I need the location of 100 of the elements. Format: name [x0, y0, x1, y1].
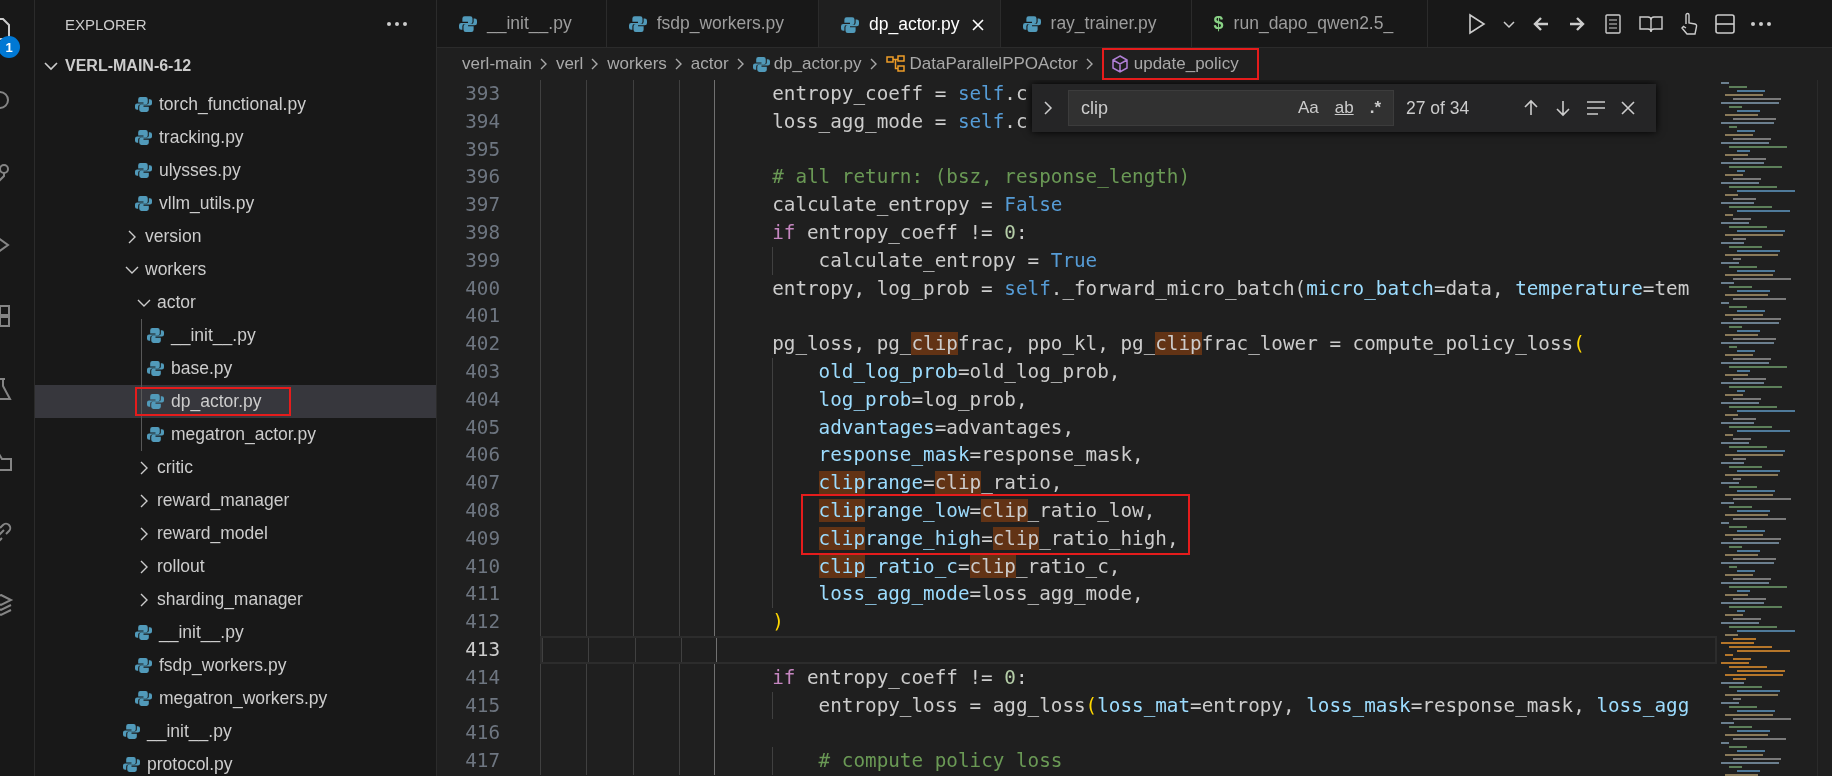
- tree-item[interactable]: base.py: [35, 352, 436, 385]
- code-line: loss_agg_mode = self.c: [771, 109, 1028, 133]
- file-type-icon: [123, 756, 140, 773]
- tree-item[interactable]: torch_functional.py: [35, 88, 436, 121]
- code-line: clip range_low=clip_ratio_low,: [817, 498, 1156, 522]
- line-number: 413: [464, 636, 501, 663]
- close-icon[interactable]: [1619, 99, 1638, 117]
- more-icon[interactable]: [1750, 20, 1772, 27]
- class-icon: [885, 55, 906, 73]
- file-type-icon: [752, 55, 770, 73]
- tree-item[interactable]: version: [35, 220, 436, 253]
- line-number: 412: [464, 609, 501, 636]
- line-number: 405: [464, 414, 501, 441]
- shell-glyph: $: [1213, 13, 1224, 34]
- code-line: clip range_high=clip_ratio_high,: [817, 526, 1179, 550]
- line-number: 411: [464, 581, 501, 608]
- document-icon[interactable]: [1602, 12, 1624, 35]
- line-number: 410: [464, 553, 501, 580]
- file-type-icon: [628, 14, 647, 33]
- line-number: 414: [464, 664, 501, 691]
- breadcrumb-item[interactable]: workers: [607, 54, 667, 74]
- line-number: 404: [464, 386, 501, 413]
- line-number: 416: [464, 720, 501, 747]
- tree-item[interactable]: vllm_utils.py: [35, 187, 436, 220]
- line-number: 406: [464, 442, 501, 469]
- file-type-icon: [147, 327, 164, 344]
- file-type-icon: [147, 393, 164, 410]
- code-line: clip_ratio_c=clip_ratio_c,: [817, 554, 1121, 578]
- file-type-icon: [459, 14, 477, 33]
- tree-item[interactable]: critic: [35, 451, 436, 484]
- tree-item[interactable]: protocol.py: [35, 748, 436, 776]
- code-line: calculate_entropy = False: [771, 193, 1063, 217]
- editor-tab[interactable]: dp_actor.py: [819, 0, 1001, 47]
- breadcrumb-item[interactable]: dp_actor.py: [752, 54, 862, 74]
- lines-icon[interactable]: [1585, 99, 1608, 117]
- file-type-icon: [135, 690, 152, 707]
- line-number: 393: [464, 81, 501, 107]
- sidebar-title: EXPLORER: [65, 15, 147, 33]
- tree-item[interactable]: megatron_workers.py: [35, 682, 436, 715]
- file-type-icon: [135, 657, 152, 674]
- find-input[interactable]: clip Aa ab .*: [1068, 90, 1394, 126]
- code-line: if entropy_coeff != 0:: [771, 221, 1028, 244]
- split-editor-icon[interactable]: [1714, 12, 1736, 35]
- code-line: entropy, log_prob = self._forward_micro_batch(micro_batch=data, temperature=tem: [771, 276, 1690, 300]
- line-number: 398: [464, 220, 501, 246]
- file-type-icon: [135, 162, 152, 179]
- tree-item[interactable]: reward_model: [35, 517, 436, 550]
- editor-tab[interactable]: ray_trainer.py: [1000, 0, 1192, 47]
- line-number: 408: [464, 497, 501, 524]
- workspace-header[interactable]: VERL-MAIN-6-12: [35, 48, 436, 84]
- line-number: 417: [464, 748, 501, 775]
- breadcrumb-item[interactable]: update_policy: [1101, 48, 1259, 80]
- breadcrumb-item[interactable]: actor: [690, 54, 729, 74]
- tree-item[interactable]: __init__.py: [35, 616, 436, 649]
- tree-item[interactable]: __init__.py: [35, 319, 436, 352]
- breadcrumb-item[interactable]: DataParallelPPOActor: [885, 54, 1078, 74]
- tree-item[interactable]: megatron_actor.py: [35, 418, 436, 451]
- line-number: 394: [464, 108, 501, 135]
- editor-tab[interactable]: __init__.py: [437, 0, 607, 47]
- tree-item[interactable]: reward_manager: [35, 484, 436, 517]
- breadcrumb-item[interactable]: verl-main: [462, 54, 532, 74]
- line-number: 396: [464, 164, 501, 191]
- tree-item[interactable]: __init__.py: [35, 715, 436, 748]
- editor-tab[interactable]: $ run_dapo_qwen2.5_: [1191, 0, 1429, 47]
- line-number: 403: [464, 358, 501, 385]
- tree-item[interactable]: actor: [35, 286, 436, 319]
- code-line: pg_loss, pg_clipfrac, ppo_kl, pg_clipfrac_lower = compute_policy_loss(: [771, 332, 1585, 356]
- tree-item[interactable]: sharding_manager: [35, 583, 436, 616]
- code-line: calculate_entropy = True: [817, 248, 1098, 272]
- tree-item[interactable]: dp_actor.py: [35, 385, 436, 418]
- code-line: log_prob=log_prob,: [817, 387, 1028, 411]
- line-number: 401: [464, 303, 501, 330]
- notification-badge: 1: [0, 36, 20, 58]
- line-number: 415: [464, 692, 501, 719]
- find-option-toggle[interactable]: Aa: [1293, 96, 1323, 120]
- file-type-icon: [147, 426, 164, 443]
- find-option-toggle[interactable]: .*: [1365, 96, 1385, 120]
- line-number: 397: [464, 192, 501, 219]
- file-type-icon: [135, 129, 152, 146]
- tree-item[interactable]: ulysses.py: [35, 154, 436, 187]
- tree-item[interactable]: fsdp_workers.py: [35, 649, 436, 682]
- file-type-icon: [135, 624, 152, 641]
- tree-item[interactable]: tracking.py: [35, 121, 436, 154]
- tree-item[interactable]: rollout: [35, 550, 436, 583]
- file-type-icon: [135, 195, 152, 212]
- cube-icon: [1109, 54, 1130, 74]
- breadcrumb-item[interactable]: verl: [555, 54, 584, 74]
- code-line: entropy_coeff = self.c: [771, 82, 1028, 105]
- file-type-icon: [147, 360, 164, 377]
- code-line: clip range=clip_ratio,: [817, 471, 1063, 495]
- code-line: advantages=advantages,: [817, 415, 1074, 439]
- find-option-toggle[interactable]: ab: [1330, 96, 1358, 120]
- close-icon[interactable]: [969, 16, 986, 33]
- code-line: # compute policy loss: [817, 749, 1063, 773]
- code-line: loss_agg_mode=loss_agg_mode,: [817, 582, 1144, 606]
- file-type-icon: [1022, 14, 1041, 33]
- match-count: 27 of 34: [1406, 97, 1470, 119]
- line-number: 399: [464, 247, 501, 274]
- more-icon[interactable]: [386, 21, 408, 27]
- tree-item[interactable]: workers: [35, 253, 436, 286]
